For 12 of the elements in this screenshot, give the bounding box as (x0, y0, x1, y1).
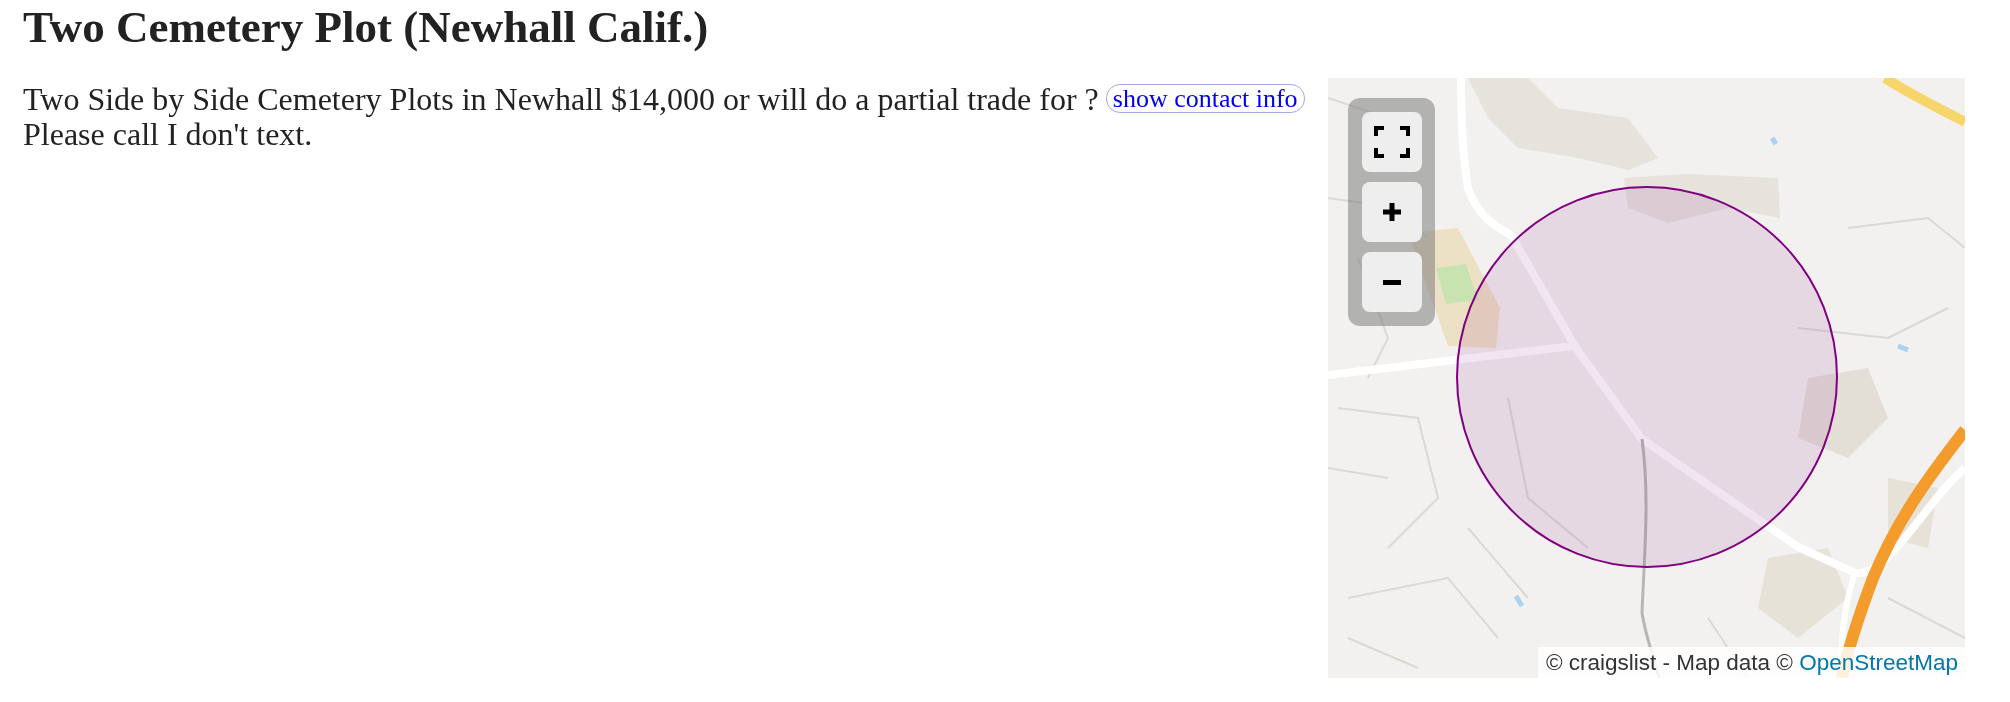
map-attribution: © craigslist - Map data © OpenStreetMap (1537, 647, 1965, 678)
plus-icon (1382, 203, 1401, 221)
fullscreen-icon (1373, 126, 1410, 158)
zoom-in-button[interactable] (1361, 182, 1422, 242)
fullscreen-button[interactable] (1361, 112, 1422, 172)
zoom-out-button[interactable] (1361, 252, 1422, 312)
posting-text: Two Side by Side Cemetery Plots in Newhall $14,000 or will do a partial trade for ? (23, 81, 1099, 117)
minus-icon (1382, 279, 1401, 285)
show-contact-info-button[interactable]: show contact info (1105, 84, 1305, 113)
posting-title: Two Cemetery Plot (Newhall Calif.) (23, 2, 710, 52)
openstreetmap-link[interactable]: OpenStreetMap (1799, 650, 1958, 675)
posting-text: Please call I don't text. (23, 117, 313, 152)
